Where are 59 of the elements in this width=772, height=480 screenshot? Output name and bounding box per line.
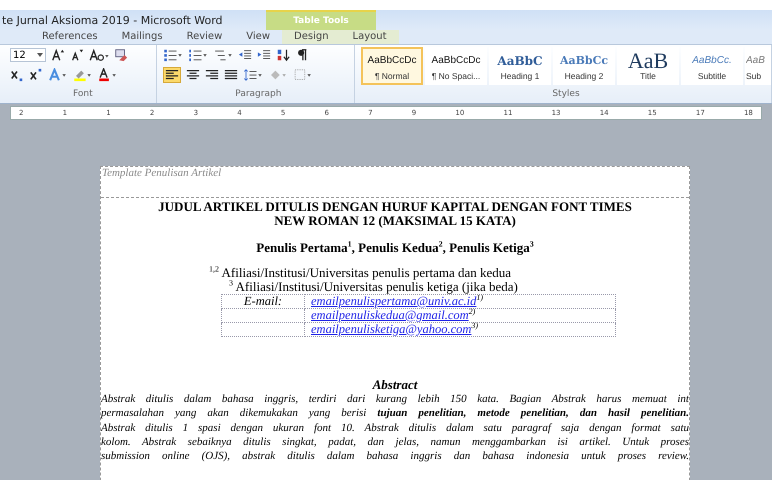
style-option[interactable]: AaBbCcDc ¶ Normal [361,47,423,85]
style-option[interactable]: AaBbC Heading 1 [489,47,551,85]
style-option[interactable]: AaBbCc Heading 2 [553,47,615,85]
text-effects-icon[interactable] [48,68,68,82]
highlight-icon[interactable] [73,68,93,82]
ribbon-tab[interactable]: Mailings [110,30,175,44]
abstract-line: kolom. Abstrak sebaiknya ditulis singkat, padat, dan jelas, namun menggambarkan isi artikel. Untuk proses [101,434,689,450]
align-left-icon[interactable] [162,67,181,83]
align-right-icon[interactable] [204,68,219,82]
superscript-icon[interactable] [29,68,43,82]
align-center-icon[interactable] [186,68,200,82]
group-label: Styles [551,89,581,101]
abstract-heading: Abstract [371,377,419,392]
shrink-font-icon[interactable] [70,48,84,62]
ribbon-tab[interactable]: References [30,30,110,44]
email-label: E-mail: [244,294,282,308]
abstract-line: Abstrak ditulis 1 spasi dengan ukuran font 10. Abstrak ditulis dalam satu paragraf saja dengan format satu [101,420,689,435]
style-option[interactable]: AaBbCc. Subtitle [681,47,743,85]
abstract-line: Abstrak ditulis dalam bahasa inggris, terdiri dari kurang lebih 150 kata. Bagian Abstrak harus memuat int [101,392,689,406]
style-option[interactable]: AaBbCcDc ¶ No Spaci... [425,47,487,85]
sort-icon[interactable] [276,48,290,62]
justify-icon[interactable] [224,68,238,82]
group-label: Paragraph [234,89,282,101]
bullets-icon[interactable] [162,48,183,62]
header-text: Template Penulisan Artikel [101,167,222,179]
numbering-icon[interactable] [188,48,208,62]
ribbon-tab[interactable]: Review [174,30,234,44]
footnote-mark: 3) [471,320,478,330]
borders-icon[interactable] [292,68,313,82]
footnote-mark: 2) [468,306,476,316]
style-option[interactable]: AaB Title [617,47,679,85]
multilevel-list-icon[interactable] [212,48,233,62]
window-title: te Jurnal Aksioma 2019 - Microsoft Word [1,14,224,26]
context-tab-label: Table Tools [266,10,376,30]
grow-font-icon[interactable] [51,48,65,62]
group-label: Font [72,89,94,101]
change-case-icon[interactable] [89,48,109,62]
article-title: NEW ROMAN 12 (MAKSIMAL 15 KATA) [273,214,517,228]
footnote-mark: 1) [476,292,484,302]
affiliation-text: $^{3}$ Afiliasi/Institusi/Universitas penulis ketiga (jika beda) [228,280,519,294]
ribbon-tab[interactable]: View [234,30,282,44]
email-link[interactable]: emailpenuliskedua@gmail.com [311,308,469,322]
affiliation-text: $^{1,2}$ Afiliasi/Institusi/Universitas penulis pertama dan kedua [209,266,512,280]
ribbon-tab[interactable]: Layout [340,30,399,44]
email-link[interactable]: emailpenulispertama@univ.ac.id [311,294,476,308]
line-spacing-icon[interactable] [242,68,263,82]
abstract-line: submission online (OJS), abstrak ditulis dalam bahasa inggris dan bahasa indonesia untuk proses review. [101,449,689,464]
subscript-icon[interactable] [10,68,24,82]
font-size-field[interactable]: 12 [10,48,46,62]
clear-format-icon[interactable] [114,48,128,62]
font-color-icon[interactable] [98,68,118,82]
increase-indent-icon[interactable] [256,48,271,62]
abstract-line: permasalahan yang akan dikemukakan yang berisi tujuan penelitian, metode penelitian, dan hasil penelitian. [101,406,689,421]
decrease-indent-icon[interactable] [238,48,252,62]
author-names: Penulis Pertama$^{1}$, Penulis Kedua$^{2}$, Penulis Ketiga$^{3}$ [255,240,535,256]
email-link[interactable]: emailpenulisketiga@yahoo.com [311,322,472,336]
article-title: JUDUL ARTIKEL DITULIS DENGAN HURUF KAPITAL DENGAN FONT TIMES [157,200,633,214]
caret-icon[interactable] [37,53,43,57]
ribbon-tab[interactable]: Design [282,30,341,44]
